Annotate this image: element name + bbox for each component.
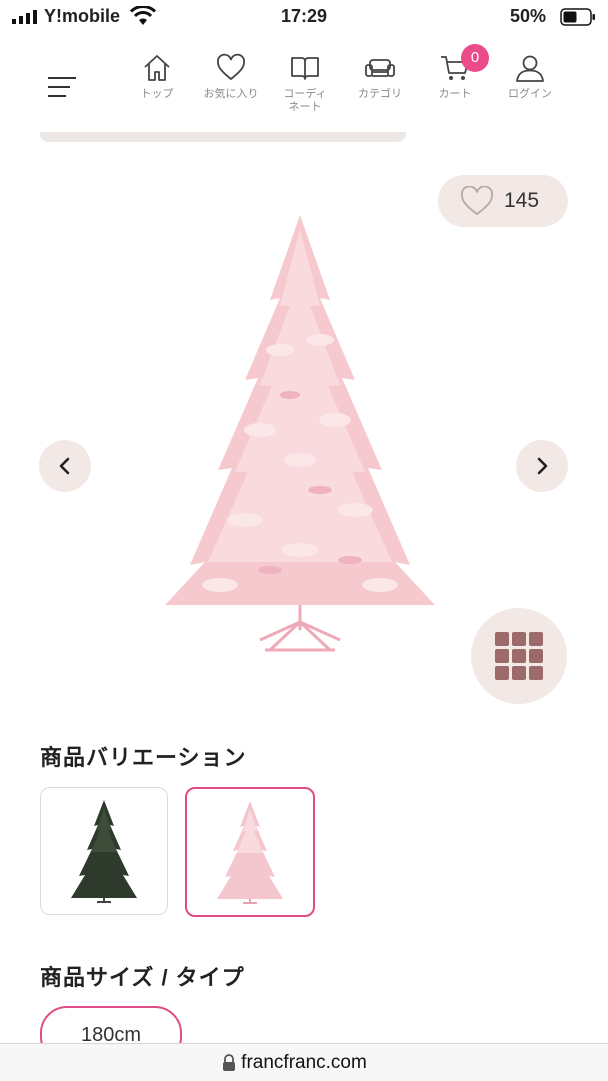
home-icon [144,55,170,81]
browser-url-bar[interactable]: francfranc.com [0,1043,608,1081]
book-icon [291,57,319,80]
menu-icon[interactable] [46,72,78,102]
favorite-button[interactable]: 145 [438,175,568,227]
nav-coordinate[interactable]: コーディ ネート [268,52,342,114]
pink-tree-illustration [165,215,435,652]
prev-image-button[interactable] [39,440,91,492]
cart-count-badge: 0 [461,44,489,72]
nav-label-favorites: お気に入り [203,88,259,100]
nav-cart[interactable]: カート 0 [418,44,492,101]
sofa-icon [365,59,395,77]
nav-label-cart: カート [438,88,472,100]
variant-pink-tree[interactable] [185,787,315,917]
url-text: francfranc.com [241,1052,367,1073]
variant-green-tree[interactable] [40,787,168,915]
nav-top[interactable]: トップ [120,52,194,101]
next-image-button[interactable] [516,440,568,492]
heart-icon [460,186,494,216]
nav-favorites[interactable]: お気に入り [194,52,268,101]
pink-tree-thumbnail [217,801,283,904]
nav-category[interactable]: カテゴリ [343,52,417,101]
header-divider [40,132,406,142]
favorite-count: 145 [504,189,540,212]
user-icon [516,55,544,82]
nav-label-login: ログイン [508,88,552,100]
nav-label-category: カテゴリ [358,88,402,100]
nav-label-coordinate: コーディ ネート [283,88,327,113]
product-image [165,215,435,652]
chevron-right-icon [537,457,548,475]
variation-heading: 商品バリエーション [40,745,247,770]
grid-icon [495,632,543,680]
image-grid-button[interactable] [471,608,567,704]
battery-icon [560,8,595,26]
nav-login[interactable]: ログイン [493,52,567,101]
site-header: トップ お気に入り コーディ ネート カテゴリ カート 0 ログイン [0,34,608,134]
green-tree-thumbnail [71,800,137,903]
heart-icon [217,53,245,81]
status-bar: Y!mobile 17:29 50% [0,0,608,34]
size-heading: 商品サイズ / タイプ [40,965,245,990]
battery-percent: 50% [510,6,547,26]
chevron-left-icon [59,457,70,475]
nav-label-top: トップ [140,88,174,100]
